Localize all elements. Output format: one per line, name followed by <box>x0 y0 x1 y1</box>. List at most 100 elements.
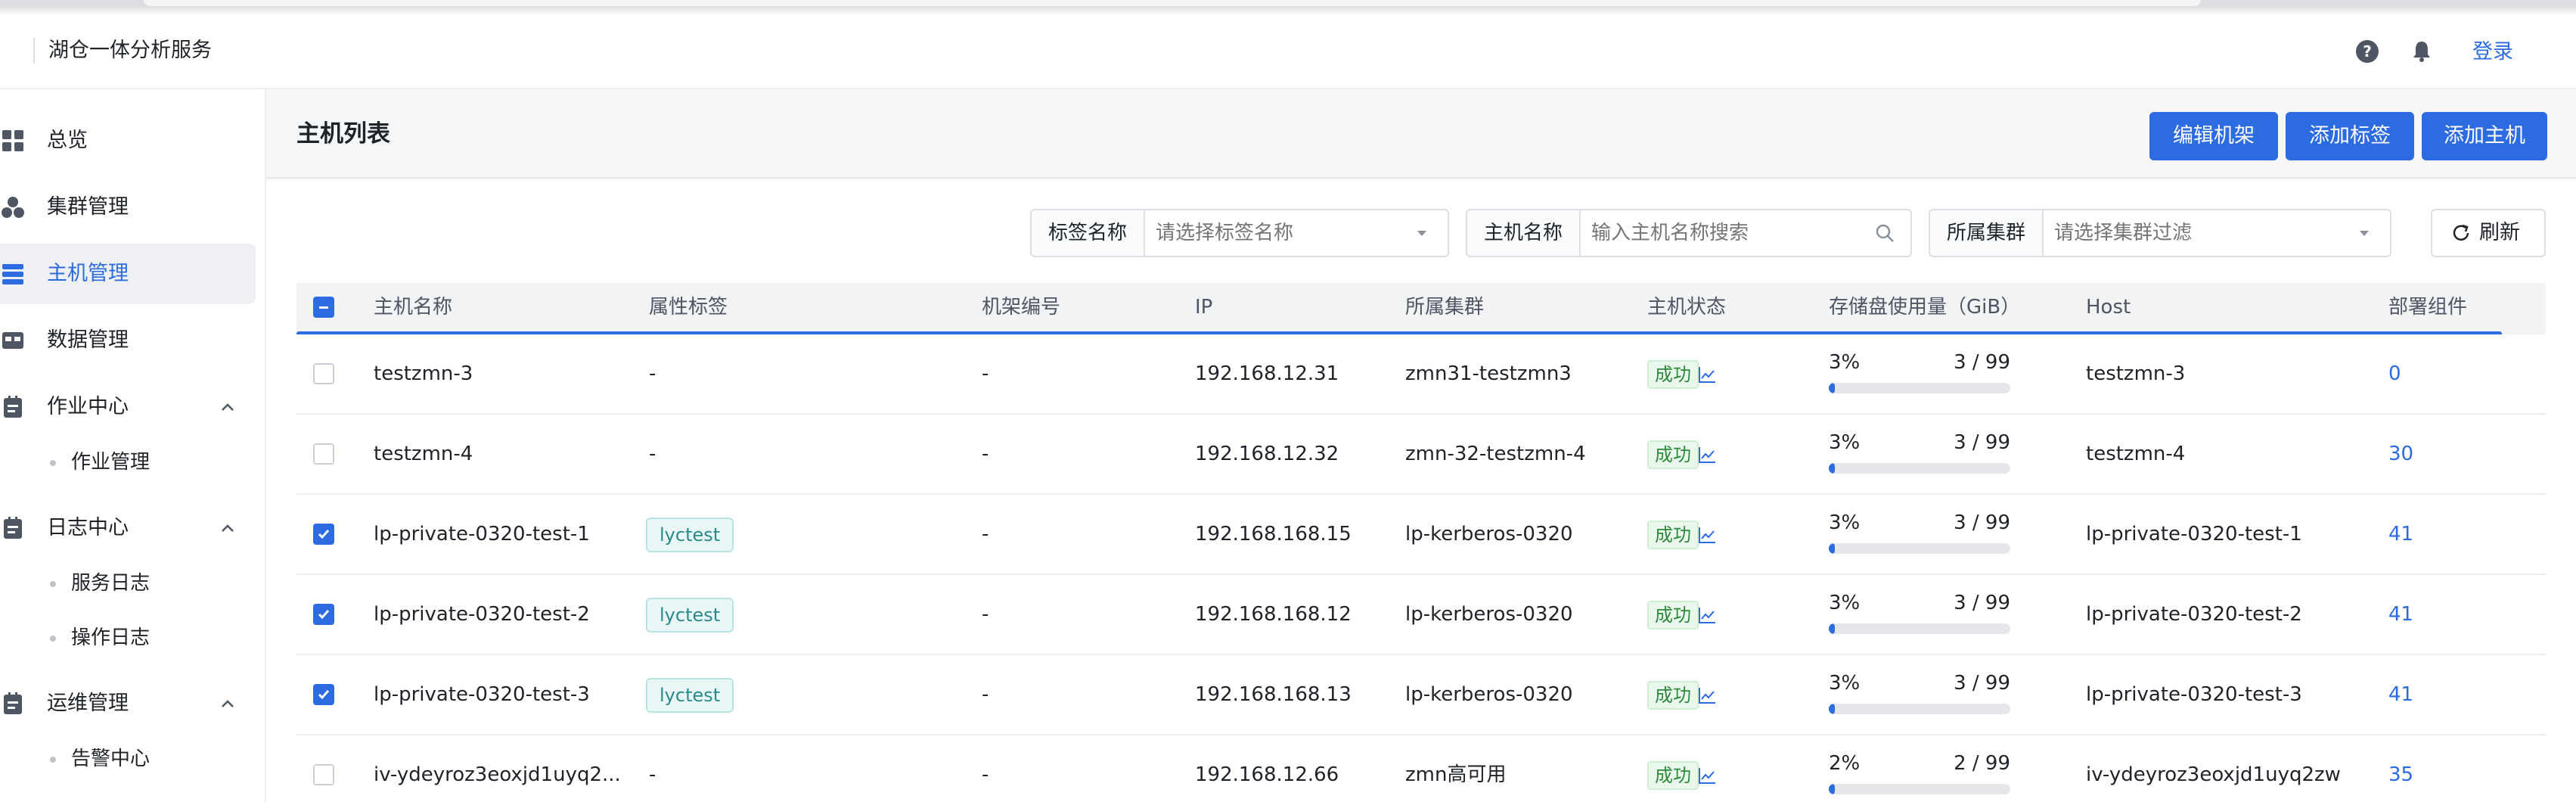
row-checkbox[interactable] <box>313 363 334 384</box>
tag-filter-label: 标签名称 <box>1032 210 1146 256</box>
edit-rack-button[interactable]: 编辑机架 <box>2149 112 2278 160</box>
column-header-storage-usage[interactable]: 存储盘使用量（GiB） <box>1829 283 2020 331</box>
sidebar-subitem-operation-logs[interactable]: 操作日志 <box>0 613 256 663</box>
sidebar-item-overview[interactable]: 总览 <box>0 110 256 171</box>
chart-trend-icon[interactable] <box>1697 445 1717 465</box>
chevron-up-icon[interactable] <box>218 518 237 538</box>
tag-cell: - <box>649 443 656 465</box>
host-cell: lp-private-0320-test-2 <box>2086 603 2302 626</box>
cluster-filter[interactable]: 所属集群 <box>1929 209 2391 257</box>
table-row[interactable]: lp-private-0320-test-1 lyctest - 192.168.16… <box>296 495 2546 575</box>
column-header-ip[interactable]: IP <box>1195 283 1212 331</box>
row-checkbox[interactable] <box>313 764 334 785</box>
host-cell: testzmn-4 <box>2086 443 2186 465</box>
attribute-tag: lyctest <box>646 678 734 713</box>
host-name-cell[interactable]: testzmn-4 <box>374 415 473 493</box>
browser-chrome <box>0 0 2576 15</box>
host-search-input[interactable] <box>1591 210 1864 256</box>
add-tag-button[interactable]: 添加标签 <box>2286 112 2414 160</box>
sidebar-item-hosts[interactable]: 主机管理 <box>0 244 256 304</box>
tag-select[interactable] <box>1156 210 1398 256</box>
host-name-cell[interactable]: lp-private-0320-test-3 <box>374 655 590 734</box>
sidebar-item-data[interactable]: 数据管理 <box>0 310 256 371</box>
table-row[interactable]: lp-private-0320-test-2 lyctest - 192.168.16… <box>296 575 2546 655</box>
storage-usage-fill <box>1829 623 1835 634</box>
host-name-filter[interactable]: 主机名称 <box>1466 209 1912 257</box>
column-header-host-name[interactable]: 主机名称 <box>374 283 452 331</box>
refresh-icon <box>2453 224 2469 241</box>
deployed-components-link[interactable]: 41 <box>2388 575 2413 654</box>
storage-usage-bar <box>1829 704 2010 714</box>
refresh-button[interactable]: 刷新 <box>2431 209 2546 257</box>
storage-usage-bar <box>1829 383 2010 393</box>
column-header-status[interactable]: 主机状态 <box>1647 283 1726 331</box>
column-header-host[interactable]: Host <box>2086 283 2131 331</box>
cluster-cell: zmn高可用 <box>1405 763 1507 786</box>
chevron-up-icon[interactable] <box>218 397 237 417</box>
bell-icon[interactable] <box>2410 39 2434 64</box>
table-row[interactable]: testzmn-3 - - 192.168.12.31 zmn31-testzmn3 成功… <box>296 334 2546 415</box>
sidebar-subitem-alert-center[interactable]: 告警中心 <box>0 734 256 784</box>
bullet-dot <box>50 460 56 466</box>
table-row[interactable]: testzmn-4 - - 192.168.12.32 zmn-32-testzmn-4… <box>296 415 2546 495</box>
add-host-button[interactable]: 添加主机 <box>2422 112 2547 160</box>
rack-cell: - <box>982 443 989 465</box>
cluster-select[interactable] <box>2054 210 2342 256</box>
server-icon <box>2 264 23 284</box>
table-row[interactable]: iv-ydeyroz3eoxjd1uyq2... - - 192.168.12.66 z… <box>296 735 2546 802</box>
deployed-components-link[interactable]: 41 <box>2388 495 2413 574</box>
refresh-label: 刷新 <box>2479 221 2520 244</box>
chart-trend-icon[interactable] <box>1697 605 1717 625</box>
rack-cell: - <box>982 763 989 786</box>
row-checkbox[interactable] <box>313 604 334 625</box>
deployed-components-link[interactable]: 41 <box>2388 655 2413 734</box>
select-all-checkbox[interactable] <box>313 297 334 318</box>
column-header-components[interactable]: 部署组件 <box>2388 283 2467 331</box>
svg-text:?: ? <box>2363 42 2372 61</box>
status-badge: 成功 <box>1647 601 1699 629</box>
chart-trend-icon[interactable] <box>1697 685 1717 705</box>
host-cell: lp-private-0320-test-3 <box>2086 683 2302 706</box>
host-name-cell[interactable]: testzmn-3 <box>374 334 473 413</box>
search-icon[interactable] <box>1874 222 1895 244</box>
caret-down-icon[interactable] <box>1411 222 1432 244</box>
deployed-components-link[interactable]: 0 <box>2388 334 2401 413</box>
host-name-cell[interactable]: lp-private-0320-test-1 <box>374 495 590 574</box>
sidebar-item-clusters[interactable]: 集群管理 <box>0 177 256 238</box>
host-name-cell[interactable]: lp-private-0320-test-2 <box>374 575 590 654</box>
deployed-components-link[interactable]: 35 <box>2388 735 2413 802</box>
sidebar-subitem-job-management[interactable]: 作业管理 <box>0 437 256 487</box>
help-icon[interactable]: ? <box>2355 39 2379 64</box>
column-header-tags[interactable]: 属性标签 <box>649 283 728 331</box>
login-link[interactable]: 登录 <box>2472 39 2513 65</box>
sidebar-item-jobs[interactable]: 作业中心 <box>0 377 256 437</box>
table-row[interactable]: lp-private-0320-test-3 lyctest - 192.168.16… <box>296 655 2546 735</box>
status-badge: 成功 <box>1647 440 1699 469</box>
column-header-rack[interactable]: 机架编号 <box>982 283 1060 331</box>
rack-cell: - <box>982 523 989 546</box>
cluster-cell: zmn-32-testzmn-4 <box>1405 443 1586 465</box>
column-header-cluster[interactable]: 所属集群 <box>1405 283 1484 331</box>
sidebar-item-ops[interactable]: 运维管理 <box>0 673 256 734</box>
sidebar-item-logs[interactable]: 日志中心 <box>0 498 256 558</box>
chart-trend-icon[interactable] <box>1697 525 1717 545</box>
bullet-dot <box>50 581 56 587</box>
chart-trend-icon[interactable] <box>1697 365 1717 384</box>
sidebar-subitem-service-logs[interactable]: 服务日志 <box>0 558 256 608</box>
ip-cell: 192.168.168.15 <box>1195 523 1352 546</box>
caret-down-icon[interactable] <box>2354 222 2375 244</box>
row-checkbox[interactable] <box>313 684 334 705</box>
tag-filter[interactable]: 标签名称 <box>1030 209 1449 257</box>
row-checkbox[interactable] <box>313 443 334 465</box>
storage-usage-fill <box>1829 543 1835 554</box>
chart-trend-icon[interactable] <box>1697 766 1717 785</box>
cluster-cell: lp-kerberos-0320 <box>1405 523 1573 546</box>
row-checkbox[interactable] <box>313 524 334 545</box>
storage-usage-ratio: 3 / 99 <box>1954 672 2010 695</box>
browser-url-bar[interactable] <box>144 0 2201 6</box>
deployed-components-link[interactable]: 30 <box>2388 415 2413 493</box>
chevron-up-icon[interactable] <box>218 694 237 713</box>
ip-cell: 192.168.168.12 <box>1195 603 1352 626</box>
host-name-cell[interactable]: iv-ydeyroz3eoxjd1uyq2... <box>374 735 621 802</box>
rack-cell: - <box>982 683 989 706</box>
